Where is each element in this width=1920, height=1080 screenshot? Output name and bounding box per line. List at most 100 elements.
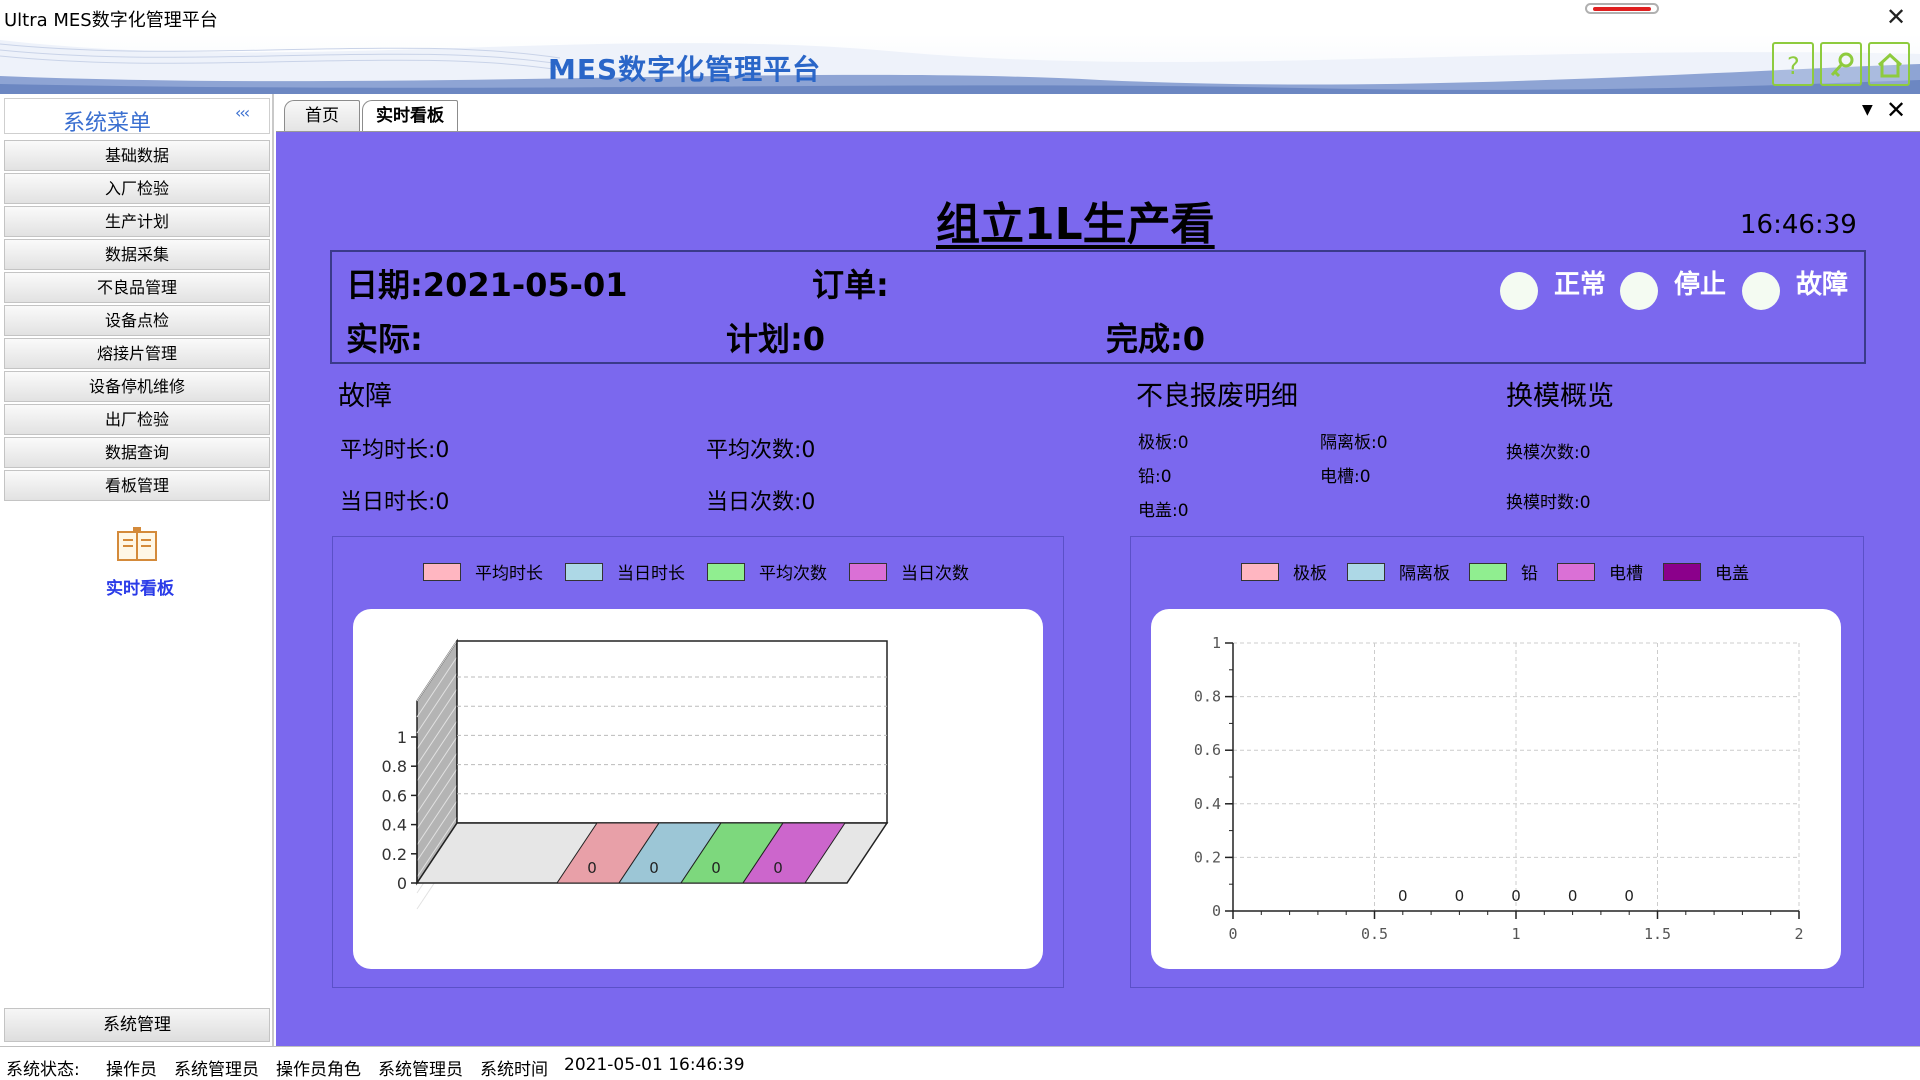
legend-swatch <box>1241 563 1279 581</box>
sidebar-item-system-management[interactable]: 系统管理 <box>4 1008 270 1042</box>
legend-swatch <box>565 563 603 581</box>
point-data-label: 0 <box>1455 887 1465 905</box>
scrap-chart-box: 极板 隔离板 铅 电槽 电盖 0 0.5 1 1.5 2 0 0.2 0.4 0.6 0.8 1 0 0… <box>1130 536 1864 988</box>
sidebar-item-production-plan[interactable]: 生产计划 <box>4 206 270 237</box>
tab-list-dropdown[interactable]: ▼ <box>1862 102 1873 118</box>
y-tick-label: 0.8 <box>382 757 407 776</box>
sidebar-title: 系统菜单 <box>63 111 152 136</box>
mold-change-count: 换模次数:0 <box>1506 443 1591 463</box>
legend-label: 铅 <box>1521 564 1538 584</box>
completed-output: 完成:0 <box>1106 320 1206 358</box>
board-clock: 16:46:39 <box>1740 210 1857 240</box>
operator-label: 操作员 <box>106 1060 157 1080</box>
status-bar: 系统状态: 操作员 系统管理员 操作员角色 系统管理员 系统时间 2021-05… <box>0 1046 1920 1080</box>
order-number: 订单: <box>812 266 889 304</box>
scrap-cover: 电盖:0 <box>1138 501 1189 521</box>
tab-home[interactable]: 首页 <box>284 100 360 131</box>
x-tick-label: 0.5 <box>1361 925 1388 943</box>
status-stopped-label: 停止 <box>1674 270 1727 300</box>
planned-output: 计划:0 <box>726 320 826 358</box>
window-title: Ultra MES数字化管理平台 <box>4 10 218 31</box>
mold-change-hours: 换模时数:0 <box>1506 493 1591 513</box>
board-content: 组立1L生产看 16:46:39 日期:2021-05-01 订单: 实际: 计… <box>276 132 1920 1046</box>
y-tick-label: 0.8 <box>1194 688 1221 706</box>
legend-swatch <box>707 563 745 581</box>
realtime-board-icon[interactable] <box>115 526 159 564</box>
sidebar-item-realtime-board[interactable]: 实时看板 <box>90 574 190 599</box>
point-data-label: 0 <box>1398 887 1408 905</box>
sidebar-item-outgoing-inspection[interactable]: 出厂检验 <box>4 404 270 435</box>
legend-label: 极板 <box>1293 564 1327 584</box>
legend-swatch <box>1557 563 1595 581</box>
legend-label: 当日时长 <box>617 564 685 584</box>
sidebar-item-equipment-check[interactable]: 设备点检 <box>4 305 270 336</box>
tab-realtime-board[interactable]: 实时看板 <box>362 100 458 131</box>
app-banner: MES数字化管理平台 ? <box>0 34 1920 94</box>
y-tick-label: 1 <box>1212 634 1221 652</box>
home-icon <box>1877 52 1903 78</box>
status-normal-label: 正常 <box>1554 270 1607 300</box>
scrap-chart-panel: 0 0.5 1 1.5 2 0 0.2 0.4 0.6 0.8 1 0 0 0 0 0 <box>1151 609 1841 969</box>
bar-data-label: 0 <box>587 859 597 877</box>
banner-title: MES数字化管理平台 <box>548 53 822 86</box>
sidebar-item-board-management[interactable]: 看板管理 <box>4 470 270 501</box>
scrap-separator: 隔离板:0 <box>1320 433 1388 453</box>
help-button[interactable]: ? <box>1772 42 1814 86</box>
sidebar: 系统菜单 ‹‹‹ 基础数据 入厂检验 生产计划 数据采集 不良品管理 设备点检 … <box>0 94 274 1046</box>
settings-key-button[interactable] <box>1820 42 1862 86</box>
role-value: 系统管理员 <box>378 1060 463 1080</box>
legend-swatch <box>423 563 461 581</box>
y-tick-label: 1 <box>397 728 407 747</box>
home-button[interactable] <box>1868 42 1910 86</box>
sidebar-item-incoming-inspection[interactable]: 入厂检验 <box>4 173 270 204</box>
fault-day-duration: 当日时长:0 <box>340 490 450 515</box>
close-window-button[interactable]: ✕ <box>1880 2 1912 32</box>
x-tick-label: 0 <box>1228 925 1237 943</box>
sidebar-menu: 基础数据 入厂检验 生产计划 数据采集 不良品管理 设备点检 熔接片管理 设备停… <box>4 140 270 503</box>
fault-avg-duration: 平均时长:0 <box>340 438 450 463</box>
y-tick-label: 0.6 <box>1194 741 1221 759</box>
point-data-label: 0 <box>1624 887 1634 905</box>
sidebar-item-weld-piece-management[interactable]: 熔接片管理 <box>4 338 270 369</box>
sidebar-item-data-collection[interactable]: 数据采集 <box>4 239 270 270</box>
system-time-label: 系统时间 <box>480 1060 548 1080</box>
bar-data-label: 0 <box>711 859 721 877</box>
scrap-plate: 极板:0 <box>1138 433 1189 453</box>
legend-swatch <box>1347 563 1385 581</box>
collapse-sidebar-button[interactable]: ‹‹‹ <box>235 103 250 122</box>
banner-wave-decoration <box>0 40 1920 94</box>
fault-day-count: 当日次数:0 <box>706 490 816 515</box>
fault-chart-box: 平均时长 当日时长 平均次数 当日次数 0 0.2 0.4 0.6 0.8 1 0 0 0 0 <box>332 536 1064 988</box>
sidebar-item-defect-management[interactable]: 不良品管理 <box>4 272 270 303</box>
status-label: 系统状态: <box>6 1060 80 1080</box>
scrap-lead: 铅:0 <box>1138 467 1172 487</box>
y-tick-label: 0.6 <box>382 786 407 805</box>
x-tick-label: 1.5 <box>1644 925 1671 943</box>
actual-output: 实际: <box>346 320 423 358</box>
legend-label: 平均次数 <box>759 564 827 584</box>
y-tick-label: 0.4 <box>382 816 407 835</box>
sidebar-item-data-query[interactable]: 数据查询 <box>4 437 270 468</box>
close-tab-button[interactable]: ✕ <box>1886 96 1906 124</box>
legend-label: 电盖 <box>1715 564 1749 584</box>
key-icon <box>1830 52 1854 78</box>
fault-avg-count: 平均次数:0 <box>706 438 816 463</box>
status-stopped-indicator <box>1620 272 1658 310</box>
fault-chart-panel: 0 0.2 0.4 0.6 0.8 1 0 0 0 0 <box>353 609 1043 969</box>
y-tick-label: 0.2 <box>1194 848 1221 866</box>
sidebar-item-basic-data[interactable]: 基础数据 <box>4 140 270 171</box>
role-label: 操作员角色 <box>276 1060 361 1080</box>
window-titlebar: Ultra MES数字化管理平台 ✕ <box>0 0 1920 34</box>
legend-label: 隔离板 <box>1399 564 1450 584</box>
fault-bar-chart: 0 0.2 0.4 0.6 0.8 1 0 0 0 0 <box>382 638 889 910</box>
scrap-section-title: 不良报废明细 <box>1136 381 1298 412</box>
legend-label: 当日次数 <box>901 564 969 584</box>
status-fault-indicator <box>1742 272 1780 310</box>
scrap-scatter-chart: 0 0.5 1 1.5 200.20.40.60.810 0 0 0 0 <box>1194 634 1804 943</box>
y-tick-label: 0 <box>1212 902 1221 920</box>
y-tick-label: 0.2 <box>382 845 407 864</box>
sidebar-item-downtime-repair[interactable]: 设备停机维修 <box>4 371 270 402</box>
production-date: 日期:2021-05-01 <box>346 266 628 304</box>
x-tick-label: 1 <box>1511 925 1520 943</box>
scrap-slot: 电槽:0 <box>1320 467 1371 487</box>
